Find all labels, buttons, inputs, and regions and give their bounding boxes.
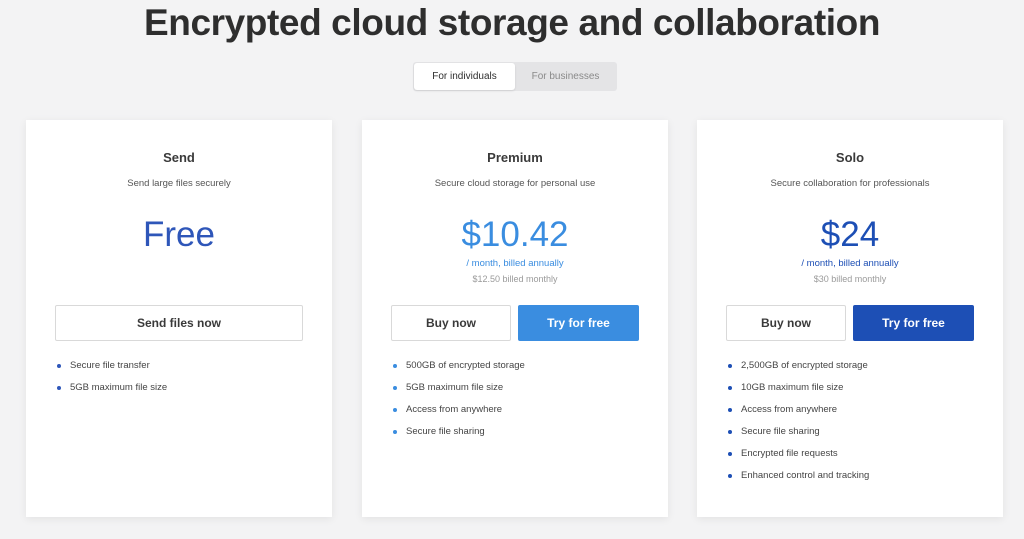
tab-for-individuals[interactable]: For individuals	[414, 63, 515, 90]
feature-item: Secure file transfer	[26, 361, 332, 383]
plan-name: Solo	[835, 150, 865, 165]
plan-description: Secure collaboration for professionals	[770, 178, 930, 189]
feature-text: 5GB maximum file size	[406, 382, 504, 393]
plan-description: Secure cloud storage for personal use	[434, 178, 596, 189]
feature-list: Secure file transfer 5GB maximum file siz…	[26, 361, 332, 405]
feature-item: 2,500GB of encrypted storage	[697, 361, 1003, 383]
tab-for-businesses[interactable]: For businesses	[515, 63, 616, 90]
page-title: Encrypted cloud storage and collaboratio…	[143, 2, 881, 43]
audience-toggle: For individuals For businesses	[413, 62, 617, 91]
feature-text: 500GB of encrypted storage	[406, 360, 525, 371]
feature-text: 5GB maximum file size	[70, 382, 168, 393]
try-for-free-button[interactable]: Try for free	[518, 305, 639, 341]
feature-item: Access from anywhere	[697, 405, 1003, 427]
bullet-dot-icon	[57, 386, 61, 390]
plan-name: Premium	[487, 150, 543, 165]
feature-item: 5GB maximum file size	[26, 383, 332, 405]
monthly-price: $30 billed monthly	[813, 274, 887, 284]
feature-text: Enhanced control and tracking	[741, 470, 870, 481]
plan-price: $24	[820, 215, 880, 254]
feature-text: Secure file sharing	[406, 426, 485, 437]
bullet-dot-icon	[728, 474, 732, 478]
feature-list: 2,500GB of encrypted storage 10GB maximum…	[697, 361, 1003, 493]
plan-price: $10.42	[461, 215, 569, 254]
bullet-dot-icon	[393, 364, 397, 368]
plan-card-send: Send Send large files securely Free Send…	[26, 120, 332, 517]
feature-item: Enhanced control and tracking	[697, 471, 1003, 493]
feature-item: Encrypted file requests	[697, 449, 1003, 471]
feature-text: Access from anywhere	[406, 404, 503, 415]
feature-item: Access from anywhere	[362, 405, 668, 427]
pricing-page: Encrypted cloud storage and collaboratio…	[0, 0, 1024, 539]
buy-now-button[interactable]: Buy now	[726, 305, 846, 341]
feature-text: Secure file transfer	[70, 360, 150, 371]
bullet-dot-icon	[728, 386, 732, 390]
bullet-dot-icon	[393, 430, 397, 434]
bullet-dot-icon	[393, 386, 397, 390]
billing-period: / month, billed annually	[466, 258, 564, 269]
feature-text: Secure file sharing	[741, 426, 820, 437]
bullet-dot-icon	[57, 364, 61, 368]
feature-item: 10GB maximum file size	[697, 383, 1003, 405]
bullet-dot-icon	[728, 408, 732, 412]
feature-item: 5GB maximum file size	[362, 383, 668, 405]
try-for-free-button[interactable]: Try for free	[853, 305, 974, 341]
buy-now-button[interactable]: Buy now	[391, 305, 511, 341]
feature-item: Secure file sharing	[697, 427, 1003, 449]
feature-list: 500GB of encrypted storage 5GB maximum fi…	[362, 361, 668, 449]
bullet-dot-icon	[728, 364, 732, 368]
feature-text: 2,500GB of encrypted storage	[741, 360, 868, 371]
feature-item: Secure file sharing	[362, 427, 668, 449]
feature-text: 10GB maximum file size	[741, 382, 844, 393]
bullet-dot-icon	[393, 408, 397, 412]
bullet-dot-icon	[728, 452, 732, 456]
bullet-dot-icon	[728, 430, 732, 434]
plan-price: Free	[143, 215, 215, 254]
billing-period: / month, billed annually	[801, 258, 899, 269]
plan-card-solo: Solo Secure collaboration for profession…	[697, 120, 1003, 517]
feature-text: Access from anywhere	[741, 404, 838, 415]
plan-description: Send large files securely	[127, 178, 231, 189]
plan-card-premium: Premium Secure cloud storage for persona…	[362, 120, 668, 517]
monthly-price: $12.50 billed monthly	[472, 274, 558, 284]
feature-item: 500GB of encrypted storage	[362, 361, 668, 383]
feature-text: Encrypted file requests	[741, 448, 838, 459]
plan-name: Send	[163, 150, 195, 165]
send-files-now-button[interactable]: Send files now	[55, 305, 303, 341]
